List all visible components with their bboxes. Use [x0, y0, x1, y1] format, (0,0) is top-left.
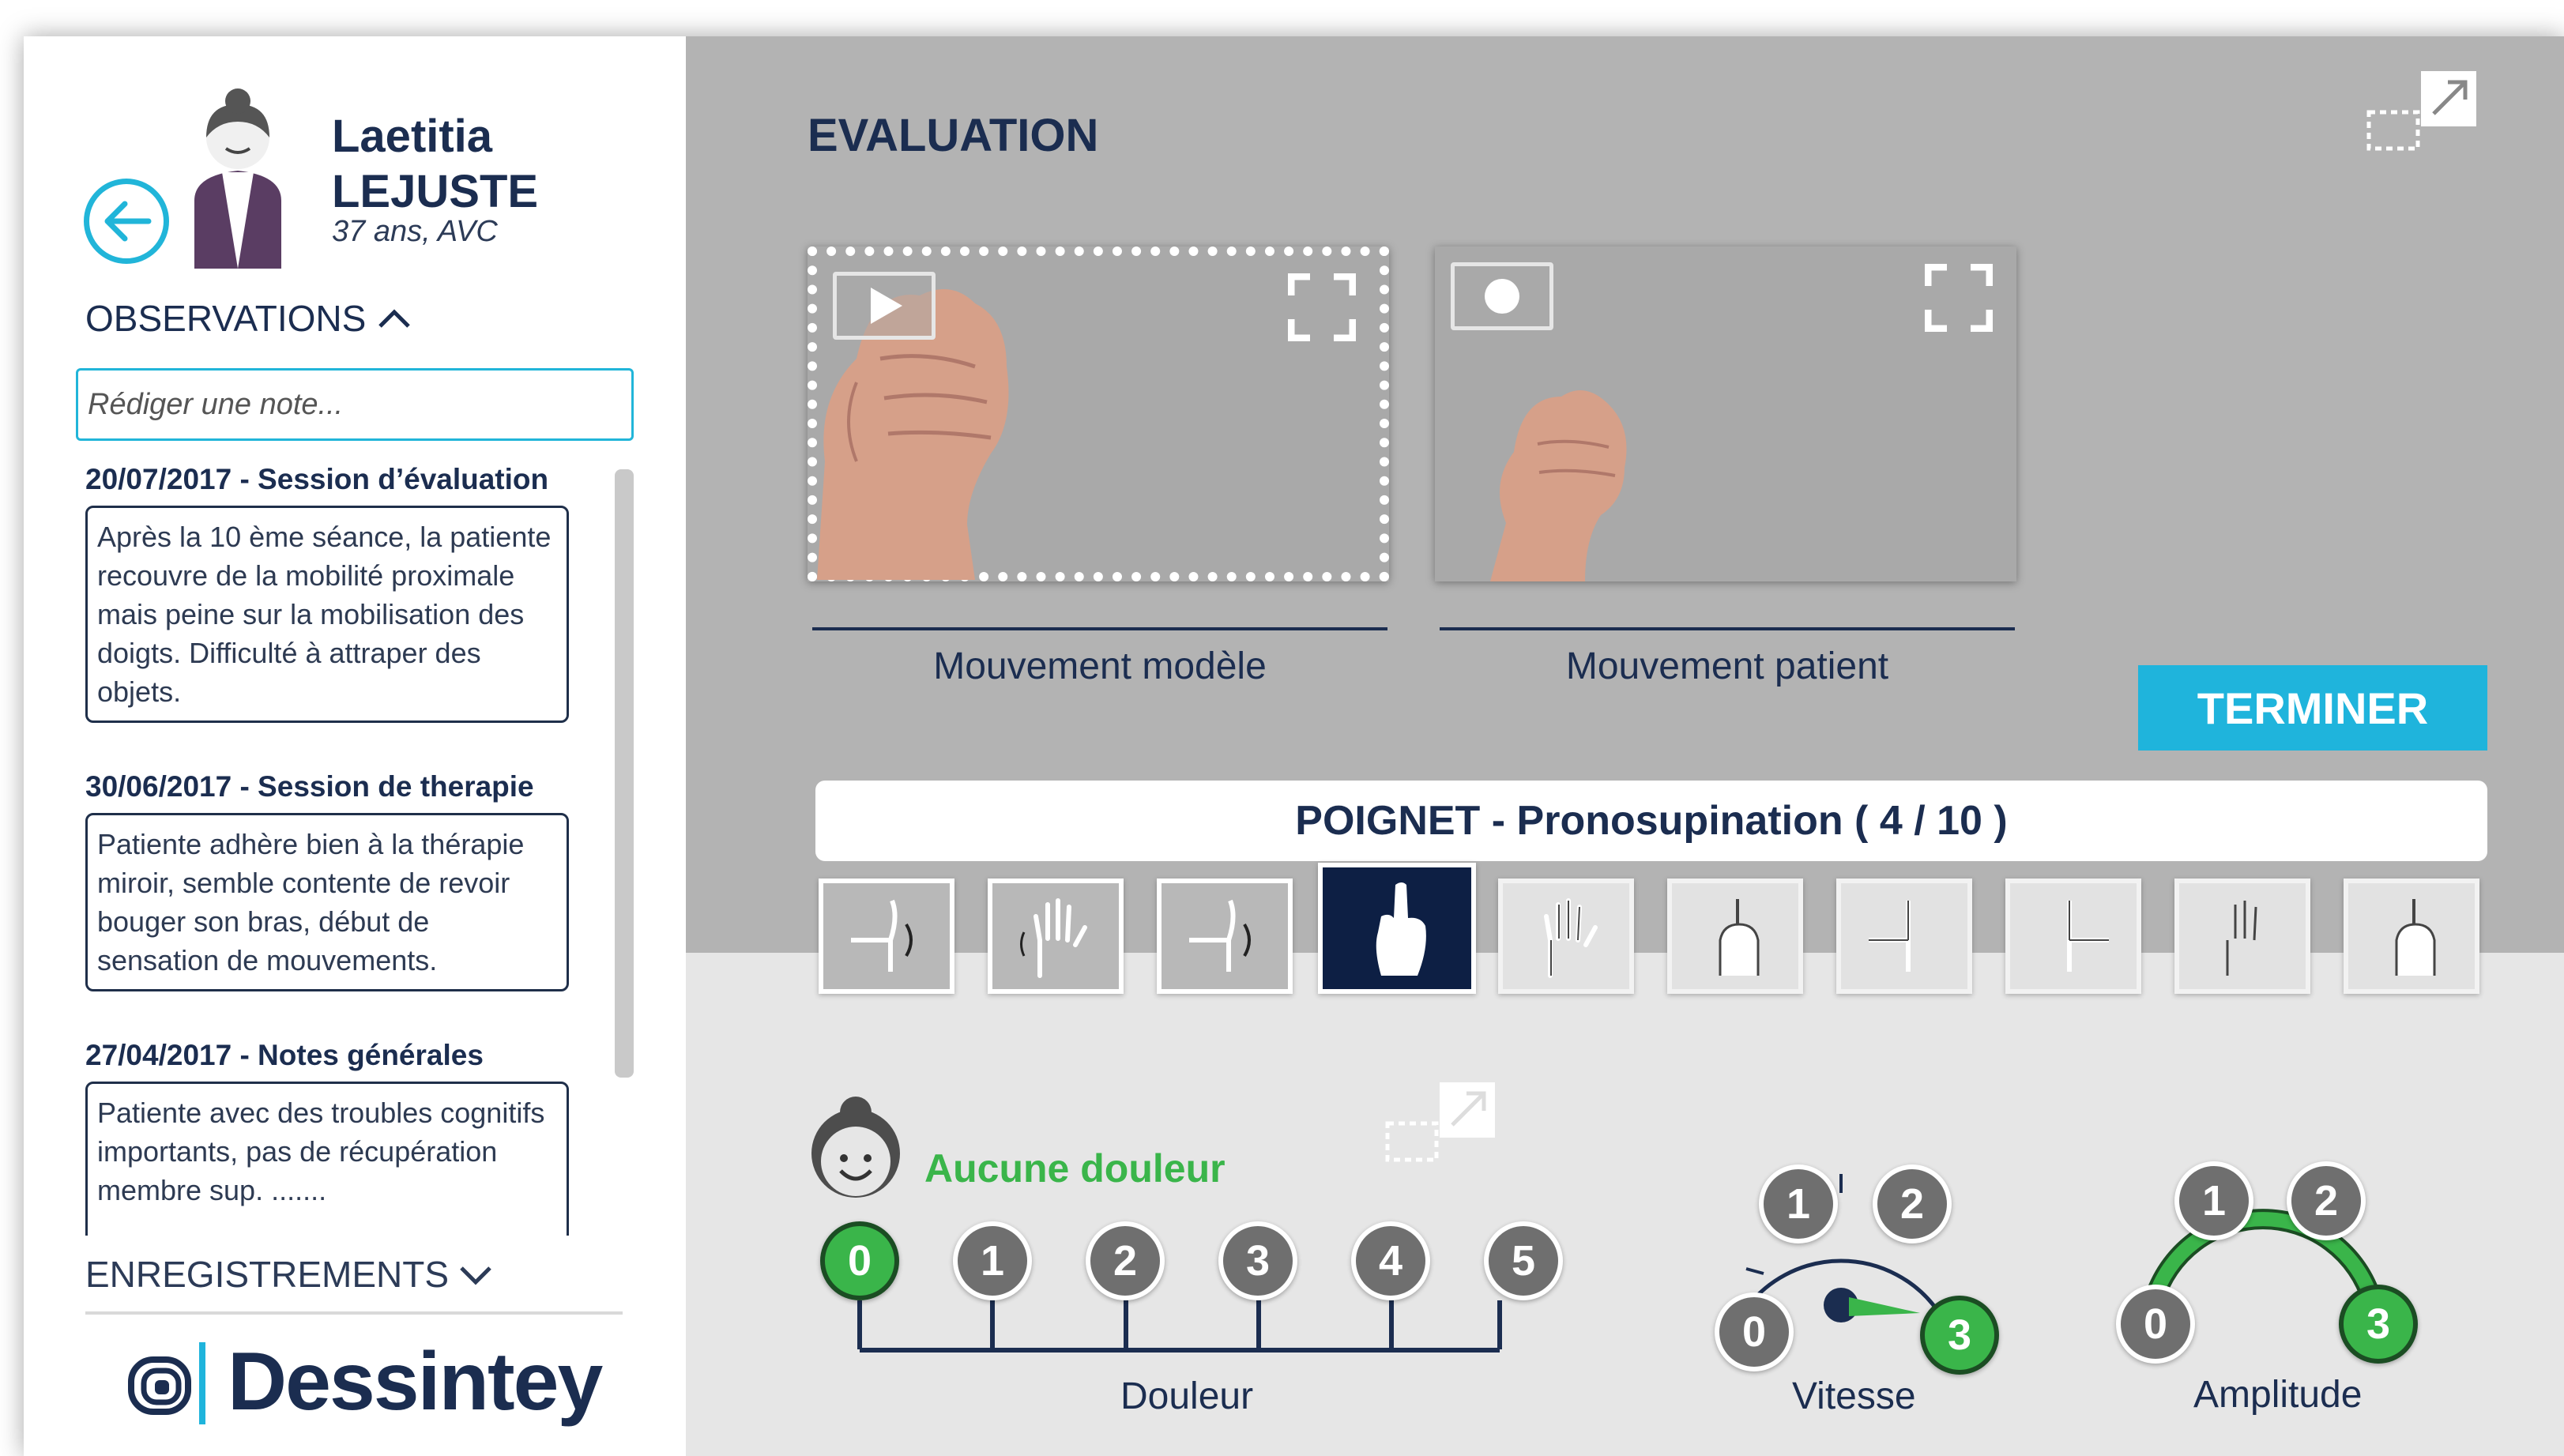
pain-option-5[interactable]: 5 — [1484, 1221, 1563, 1300]
evaluation-panel: EVALUATION Mouvement modèle Mouvement pa… — [686, 36, 2564, 1456]
note-date-title: 20/07/2017 - Session d’évaluation — [85, 463, 549, 495]
brand-logo: Dessintey — [126, 1335, 603, 1429]
fullscreen-icon[interactable] — [1288, 273, 1356, 341]
exercise-title: POIGNET - Pronosupination ( 4 / 10 ) — [815, 781, 2487, 861]
speed-gauge: 0 1 2 3 — [1691, 1127, 1999, 1395]
patient-sidebar: Laetitia LEJUSTE 37 ans, AVC OBSERVATION… — [24, 36, 686, 1456]
note-date-title: 27/04/2017 - Notes générales — [85, 1039, 484, 1071]
notes-scrollbar[interactable] — [615, 469, 634, 1078]
scale-tick — [1497, 1300, 1502, 1349]
fist-patient-image — [1490, 390, 1627, 581]
amplitude-option-3[interactable]: 3 — [2339, 1285, 2418, 1364]
scale-tick — [1256, 1300, 1261, 1349]
note-input-placeholder: Rédiger une note... — [88, 387, 344, 421]
video-model-underline — [812, 627, 1387, 630]
record-button[interactable] — [1451, 262, 1553, 330]
patient-details: 37 ans, AVC — [332, 215, 498, 248]
pain-label: Douleur — [1120, 1375, 1254, 1417]
note-text[interactable]: Après la 10 ème séance, la patiente reco… — [85, 506, 569, 723]
exercise-thumb-5[interactable] — [1498, 878, 1634, 994]
video-patient[interactable] — [1435, 246, 2016, 581]
pain-scale: 0 1 2 3 4 5 — [820, 1221, 1563, 1379]
exercise-thumb-6[interactable] — [1667, 878, 1803, 994]
wrist-rotation-icon — [851, 899, 913, 972]
video-patient-underline — [1440, 627, 2015, 630]
exercise-thumb-1[interactable] — [819, 878, 954, 994]
open-hand-icon — [1020, 898, 1087, 978]
speed-option-0[interactable]: 0 — [1715, 1292, 1794, 1371]
arrow-left-icon — [104, 201, 152, 242]
exercise-thumb-3[interactable] — [1157, 878, 1293, 994]
finish-button[interactable]: TERMINER — [2138, 665, 2487, 751]
video-patient-label: Mouvement patient — [1565, 645, 1889, 687]
speed-option-3[interactable]: 3 — [1920, 1296, 1999, 1375]
exercise-thumb-9[interactable] — [2174, 878, 2310, 994]
exercise-thumb-7[interactable] — [1836, 878, 1972, 994]
observations-toggle[interactable]: OBSERVATIONS — [85, 297, 412, 340]
play-icon — [871, 288, 902, 324]
recordings-toggle[interactable]: ENREGISTREMENTS — [85, 1253, 493, 1296]
note-date-title: 30/06/2017 - Session de therapie — [85, 770, 534, 803]
open-hand-icon — [2226, 901, 2257, 976]
patient-first-name: Laetitia — [332, 111, 493, 162]
pain-scale-line — [860, 1348, 1500, 1353]
pain-option-0[interactable]: 0 — [820, 1221, 899, 1300]
amplitude-option-1[interactable]: 1 — [2174, 1161, 2253, 1240]
wrist-rotation-icon — [1189, 899, 1251, 972]
notes-list: 20/07/2017 - Session d’évaluation Après … — [76, 463, 637, 1269]
scale-tick — [1389, 1300, 1394, 1349]
amplitude-option-0[interactable]: 0 — [2116, 1285, 2195, 1364]
recordings-title: ENREGISTREMENTS — [85, 1254, 450, 1295]
patient-name: Laetitia LEJUSTE — [332, 109, 538, 220]
pain-status: Aucune douleur — [924, 1146, 1226, 1191]
open-hand-icon — [1544, 898, 1598, 978]
note-item: 30/06/2017 - Session de therapie Patient… — [76, 770, 637, 991]
wrist-flex-icon — [1869, 901, 1911, 972]
record-icon — [1485, 279, 1519, 314]
back-button[interactable] — [84, 179, 169, 264]
smiley-face-icon — [811, 1097, 900, 1198]
pain-option-2[interactable]: 2 — [1086, 1221, 1165, 1300]
logo-text: Dessintey — [228, 1336, 603, 1428]
expand-icon[interactable] — [2363, 68, 2481, 155]
amplitude-label: Amplitude — [2193, 1374, 2363, 1416]
pain-option-1[interactable]: 1 — [953, 1221, 1032, 1300]
speed-option-1[interactable]: 1 — [1759, 1164, 1838, 1243]
dessintey-logo-icon — [128, 1341, 205, 1424]
chevron-up-icon — [378, 309, 411, 328]
amplitude-gauge: 0 1 2 3 — [2111, 1127, 2418, 1395]
chevron-down-icon — [460, 1266, 491, 1285]
exercise-thumb-8[interactable] — [2005, 878, 2141, 994]
expand-icon[interactable] — [1381, 1079, 1500, 1166]
note-input[interactable]: Rédiger une note... — [76, 368, 634, 441]
patient-last-name: LEJUSTE — [332, 166, 539, 217]
sidebar-divider — [85, 1311, 623, 1315]
scale-tick — [1124, 1300, 1128, 1349]
speed-option-2[interactable]: 2 — [1873, 1164, 1952, 1243]
play-button[interactable] — [833, 272, 936, 340]
pointing-hand-icon — [1376, 882, 1426, 976]
observations-title: OBSERVATIONS — [85, 298, 367, 339]
app-window: Laetitia LEJUSTE 37 ans, AVC OBSERVATION… — [24, 36, 2564, 1456]
scale-tick — [990, 1300, 995, 1349]
fist-hand-icon — [1719, 899, 1760, 976]
note-item: 27/04/2017 - Notes générales Patiente av… — [76, 1039, 637, 1269]
note-item: 20/07/2017 - Session d’évaluation Après … — [76, 463, 637, 723]
scale-tick — [857, 1300, 862, 1349]
pain-option-3[interactable]: 3 — [1218, 1221, 1297, 1300]
exercise-thumb-2[interactable] — [988, 878, 1124, 994]
fist-hand-icon — [2395, 899, 2436, 976]
video-model-label: Mouvement modèle — [933, 645, 1267, 687]
exercise-thumb-10[interactable] — [2344, 878, 2479, 994]
page-title: EVALUATION — [808, 110, 1099, 161]
fullscreen-icon[interactable] — [1925, 264, 1993, 332]
wrist-flex-icon — [2067, 901, 2109, 972]
note-text[interactable]: Patiente adhère bien à la thérapie miroi… — [85, 813, 569, 991]
video-model[interactable] — [808, 246, 1389, 581]
amplitude-option-2[interactable]: 2 — [2287, 1161, 2366, 1240]
speed-label: Vitesse — [1792, 1375, 1916, 1417]
exercise-thumb-4-active[interactable] — [1318, 863, 1476, 994]
pain-option-4[interactable]: 4 — [1351, 1221, 1430, 1300]
patient-avatar — [194, 88, 281, 269]
